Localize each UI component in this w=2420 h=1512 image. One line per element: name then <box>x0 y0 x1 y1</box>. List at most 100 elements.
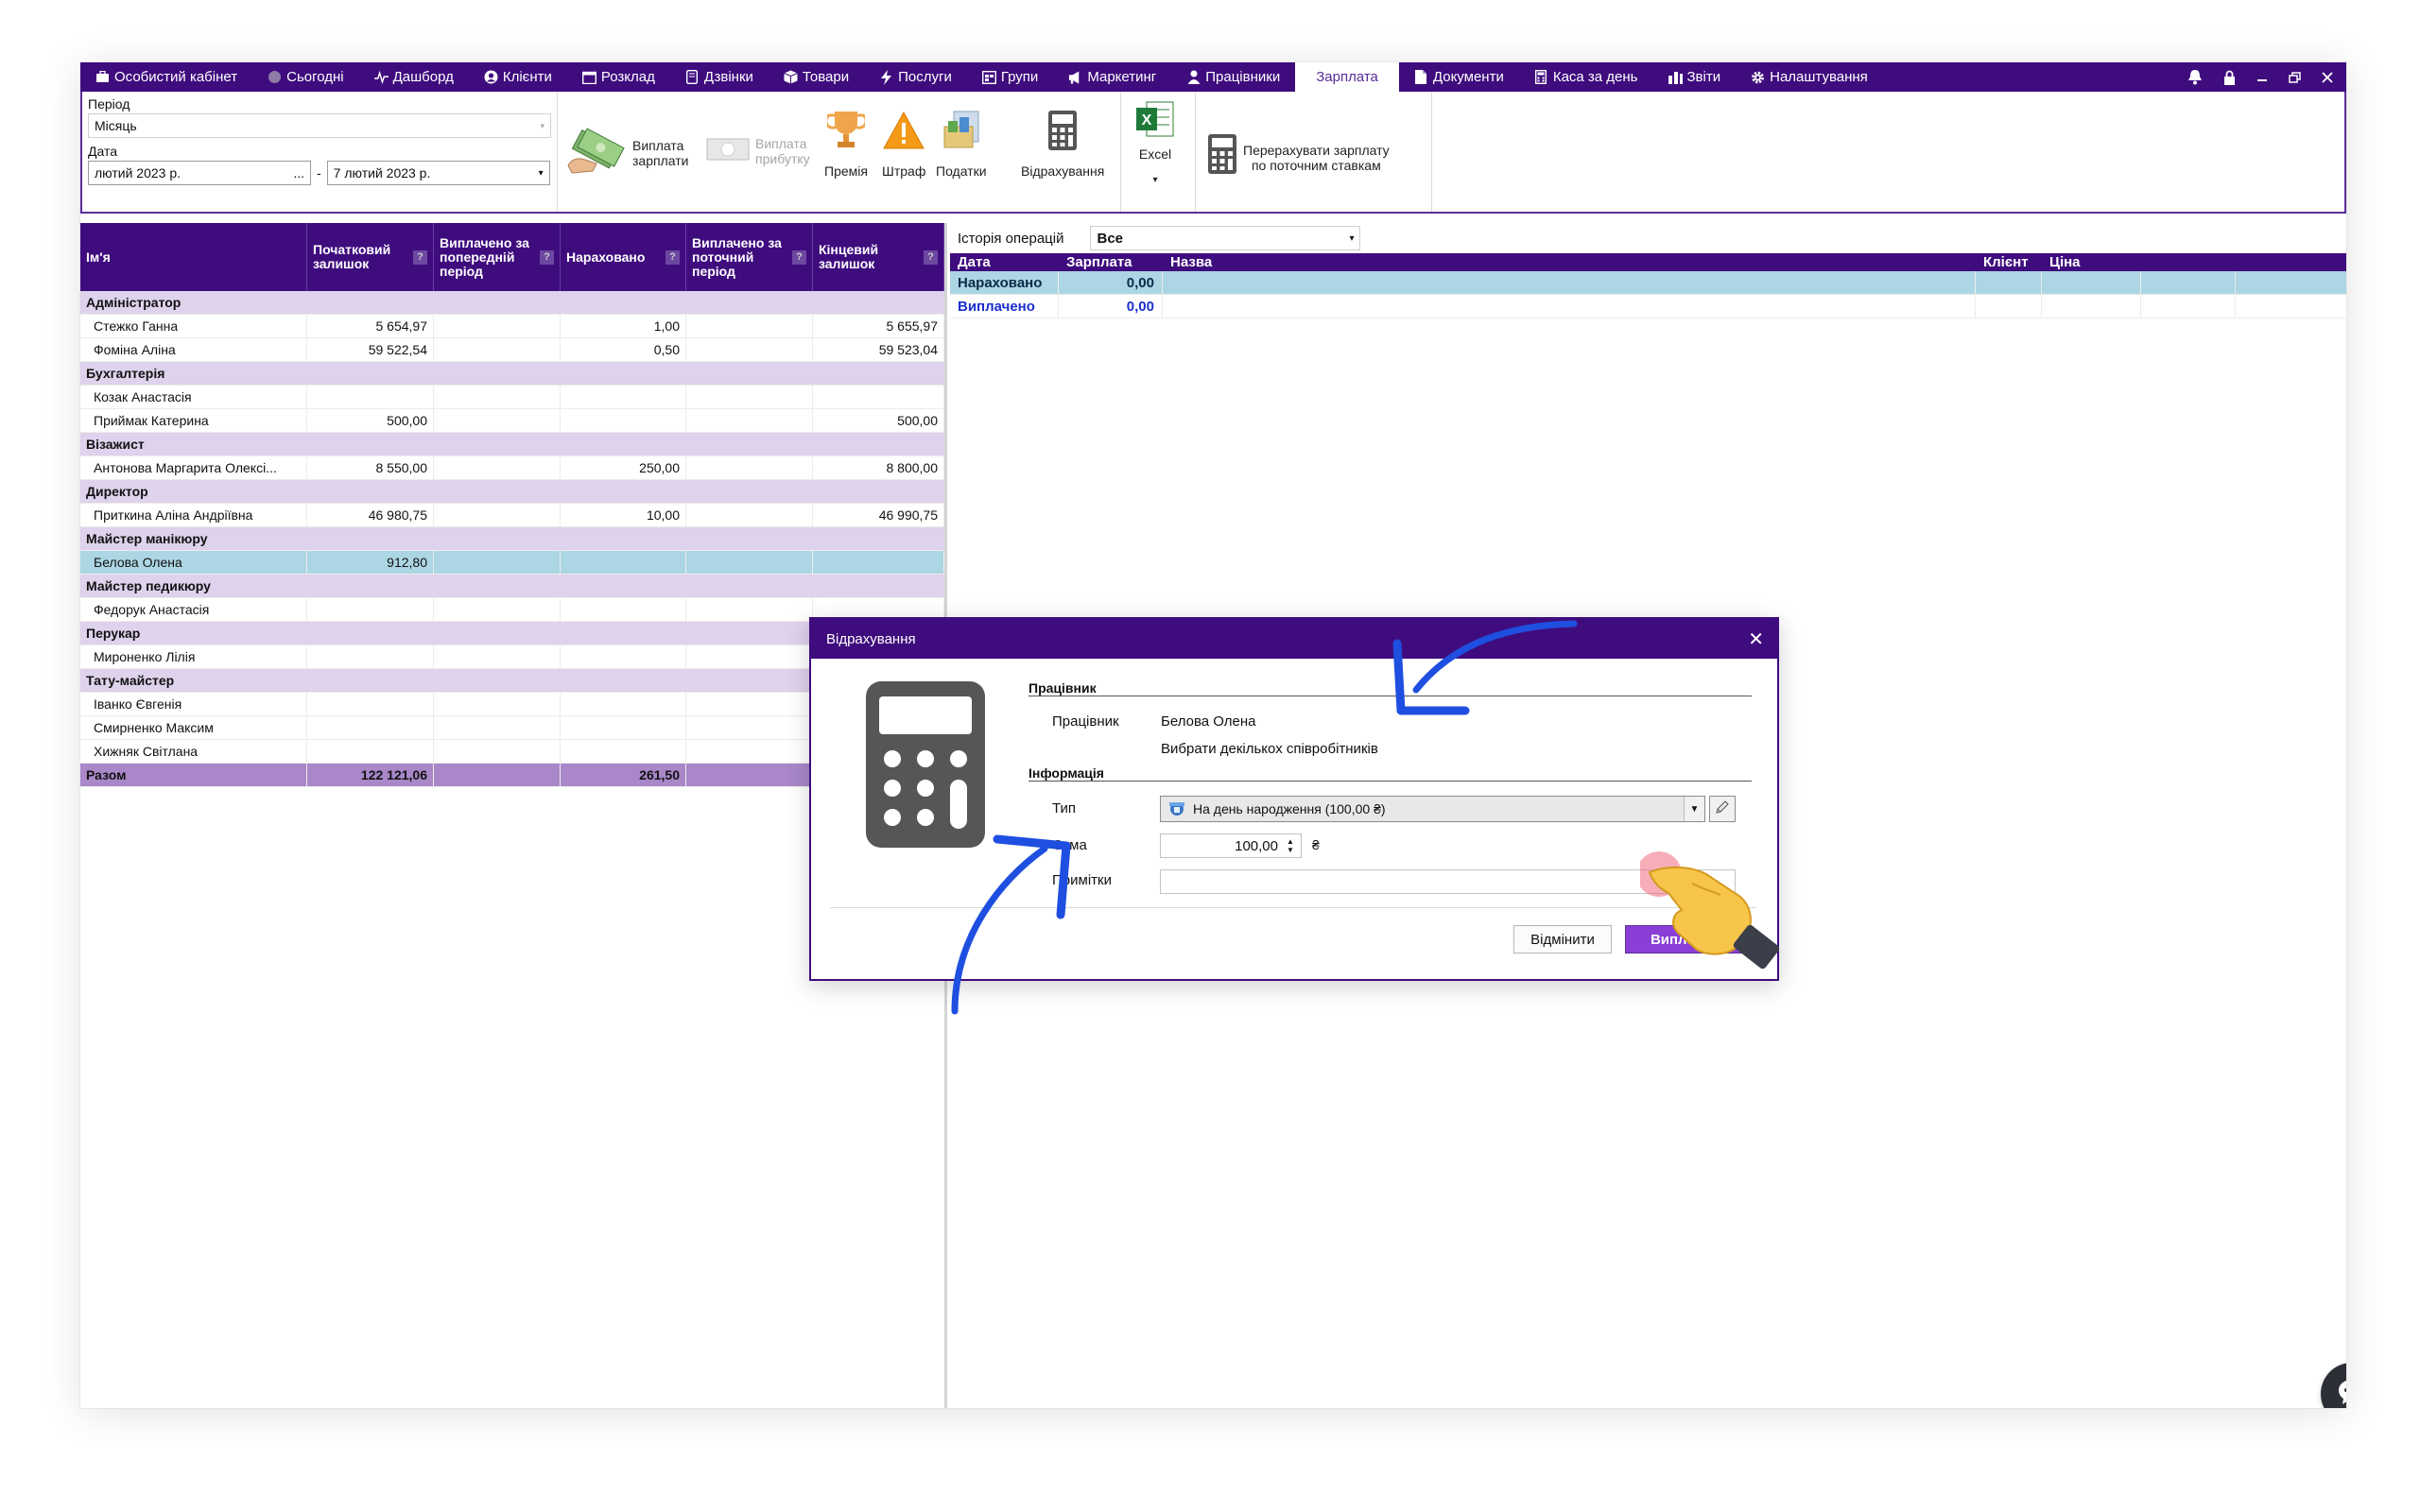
col-header-end-balance[interactable]: Кінцевий залишок? <box>813 223 944 291</box>
calculator-icon <box>864 679 987 854</box>
stepper-icon[interactable]: ▲ ▼ <box>1284 837 1297 854</box>
chevron-down-icon: ▾ <box>1349 232 1355 244</box>
nav-reports[interactable]: Звіти <box>1653 62 1737 92</box>
fine-button[interactable]: Штраф <box>882 109 925 179</box>
group-row[interactable]: Майстер манікюру <box>80 527 944 551</box>
group-row[interactable]: Візажист <box>80 433 944 456</box>
chevron-down-icon[interactable]: ▾ <box>1152 175 1157 185</box>
nav-goods[interactable]: Товари <box>769 62 864 92</box>
calculator-icon <box>1207 133 1237 178</box>
history-row-paid[interactable]: Виплачено 0,00 <box>950 295 2346 318</box>
cell-cur <box>686 693 813 715</box>
pay-salary-button[interactable]: Виплата зарплати <box>564 128 695 178</box>
nav-calls[interactable]: Дзвінки <box>670 62 769 92</box>
lock-icon[interactable] <box>2223 70 2236 85</box>
nav-documents[interactable]: Документи <box>1399 62 1519 92</box>
help-icon[interactable]: ? <box>924 249 938 265</box>
cancel-button[interactable]: Відмінити <box>1513 925 1612 954</box>
col-header-price[interactable]: Ціна <box>2042 253 2141 271</box>
pay-profit-button[interactable]: Виплата прибутку <box>706 135 818 166</box>
close-icon[interactable]: ✕ <box>1748 627 1764 651</box>
cell-start <box>307 693 434 715</box>
table-row[interactable]: Белова Олена 912,80 <box>80 551 944 575</box>
nav-cash[interactable]: Каса за день <box>1519 62 1653 92</box>
nav-schedule[interactable]: Розклад <box>567 62 670 92</box>
table-header: Ім'я Початковий залишок? Виплачено за по… <box>80 223 944 291</box>
cell-start: 8 550,00 <box>307 456 434 479</box>
col-header-date[interactable]: Дата <box>950 253 1059 271</box>
sum-input[interactable]: 100,00 ▲ ▼ <box>1160 833 1302 858</box>
select-multiple-link[interactable]: Вибрати декількох співробітників <box>1161 741 1378 757</box>
nav-settings[interactable]: Налаштування <box>1736 62 1883 92</box>
svg-text:X: X <box>1142 112 1152 129</box>
cell-end <box>813 386 944 408</box>
date-picker-button[interactable]: ... <box>293 165 304 180</box>
type-label: Тип <box>1052 800 1077 816</box>
toolbar-ribbon: Період Місяць ▾ Дата лютий 2023 р. ... -… <box>80 92 2346 214</box>
edit-type-button[interactable] <box>1709 796 1736 822</box>
nav-dashboard[interactable]: Дашборд <box>359 62 469 92</box>
nav-services[interactable]: Послуги <box>864 62 967 92</box>
col-header-name[interactable]: Ім'я <box>80 223 307 291</box>
date-range: лютий 2023 р. ... - 7 лютий 2023 р. ▾ <box>88 161 551 185</box>
col-header-title[interactable]: Назва <box>1163 253 1976 271</box>
restore-icon[interactable] <box>2289 71 2301 83</box>
nav-cabinet[interactable]: Особистий кабінет <box>80 62 252 92</box>
table-row[interactable]: Фоміна Аліна 59 522,54 0,50 59 523,04 <box>80 338 944 362</box>
help-icon[interactable]: ? <box>666 249 680 265</box>
table-row[interactable]: Стежко Ганна 5 654,97 1,00 5 655,97 <box>80 315 944 338</box>
nav-marketing[interactable]: Маркетинг <box>1053 62 1171 92</box>
cell-cur <box>686 764 813 786</box>
col-header-client[interactable]: Клієнт <box>1976 253 2042 271</box>
close-window-icon[interactable] <box>2322 71 2333 83</box>
taxes-button[interactable]: Податки <box>936 109 987 179</box>
calculator-icon <box>1534 70 1548 84</box>
cell-accr <box>561 740 686 763</box>
period-select[interactable]: Місяць ▾ <box>88 113 551 138</box>
col-header-paid-prev[interactable]: Виплачено за попередній період? <box>434 223 561 291</box>
history-select[interactable]: Все ▾ <box>1090 226 1361 250</box>
cell-cur <box>686 551 813 574</box>
date-to-input[interactable]: 7 лютий 2023 р. ▾ <box>326 161 550 185</box>
group-row[interactable]: Бухгалтерія <box>80 362 944 386</box>
table-row[interactable]: Антонова Маргарита Олексі... 8 550,00 250,… <box>80 456 944 480</box>
nav-groups[interactable]: Групи <box>967 62 1053 92</box>
warning-icon <box>882 109 925 152</box>
employee-value[interactable]: Белова Олена <box>1161 713 1255 730</box>
nav-today[interactable]: Сьогодні <box>252 62 359 92</box>
period-label: Період <box>88 96 130 112</box>
nav-salary[interactable]: Зарплата <box>1295 62 1399 92</box>
deductions-button[interactable]: Відрахування <box>1021 109 1104 179</box>
col-header-start-balance[interactable]: Початковий залишок? <box>307 223 434 291</box>
history-row-accrued[interactable]: Нараховано 0,00 <box>950 271 2346 295</box>
cell-start <box>307 740 434 763</box>
date-from-input[interactable]: лютий 2023 р. ... <box>88 161 311 185</box>
col-header-accrued[interactable]: Нараховано? <box>561 223 686 291</box>
nav-employees[interactable]: Працівники <box>1171 62 1295 92</box>
help-icon[interactable]: ? <box>413 249 427 265</box>
table-row[interactable]: Приймак Катерина 500,00 500,00 <box>80 409 944 433</box>
help-icon[interactable]: ? <box>792 249 806 265</box>
group-row[interactable]: Адміністратор <box>80 291 944 315</box>
pay-button[interactable]: Виплатити <box>1625 925 1752 954</box>
minimize-icon[interactable] <box>2256 72 2268 83</box>
help-icon[interactable]: ? <box>540 249 554 265</box>
cell-prev <box>434 598 561 621</box>
nav-clients[interactable]: Клієнти <box>469 62 567 92</box>
col-header-salary[interactable]: Зарплата <box>1059 253 1163 271</box>
excel-button[interactable]: X Excel ▾ <box>1133 97 1177 185</box>
bell-icon[interactable] <box>2187 69 2203 85</box>
table-row[interactable]: Приткина Аліна Андріївна 46 980,75 10,00 46… <box>80 504 944 527</box>
recalc-salary-button[interactable]: Перерахувати зарплату по поточним ставкам <box>1207 133 1390 178</box>
box-icon <box>784 70 798 84</box>
cell-prev <box>434 338 561 361</box>
bonus-button[interactable]: Премія <box>824 109 868 179</box>
group-row[interactable]: Майстер педикюру <box>80 575 944 598</box>
chevron-down-icon[interactable]: ▼ <box>1684 797 1704 821</box>
cell-name: Белова Олена <box>80 551 307 574</box>
type-select[interactable]: На день народження (100,00 ₴) ▼ <box>1160 796 1705 822</box>
group-row[interactable]: Директор <box>80 480 944 504</box>
notes-input[interactable] <box>1160 869 1736 894</box>
table-row[interactable]: Козак Анастасія <box>80 386 944 409</box>
col-header-paid-cur[interactable]: Виплачено за поточний період? <box>686 223 813 291</box>
